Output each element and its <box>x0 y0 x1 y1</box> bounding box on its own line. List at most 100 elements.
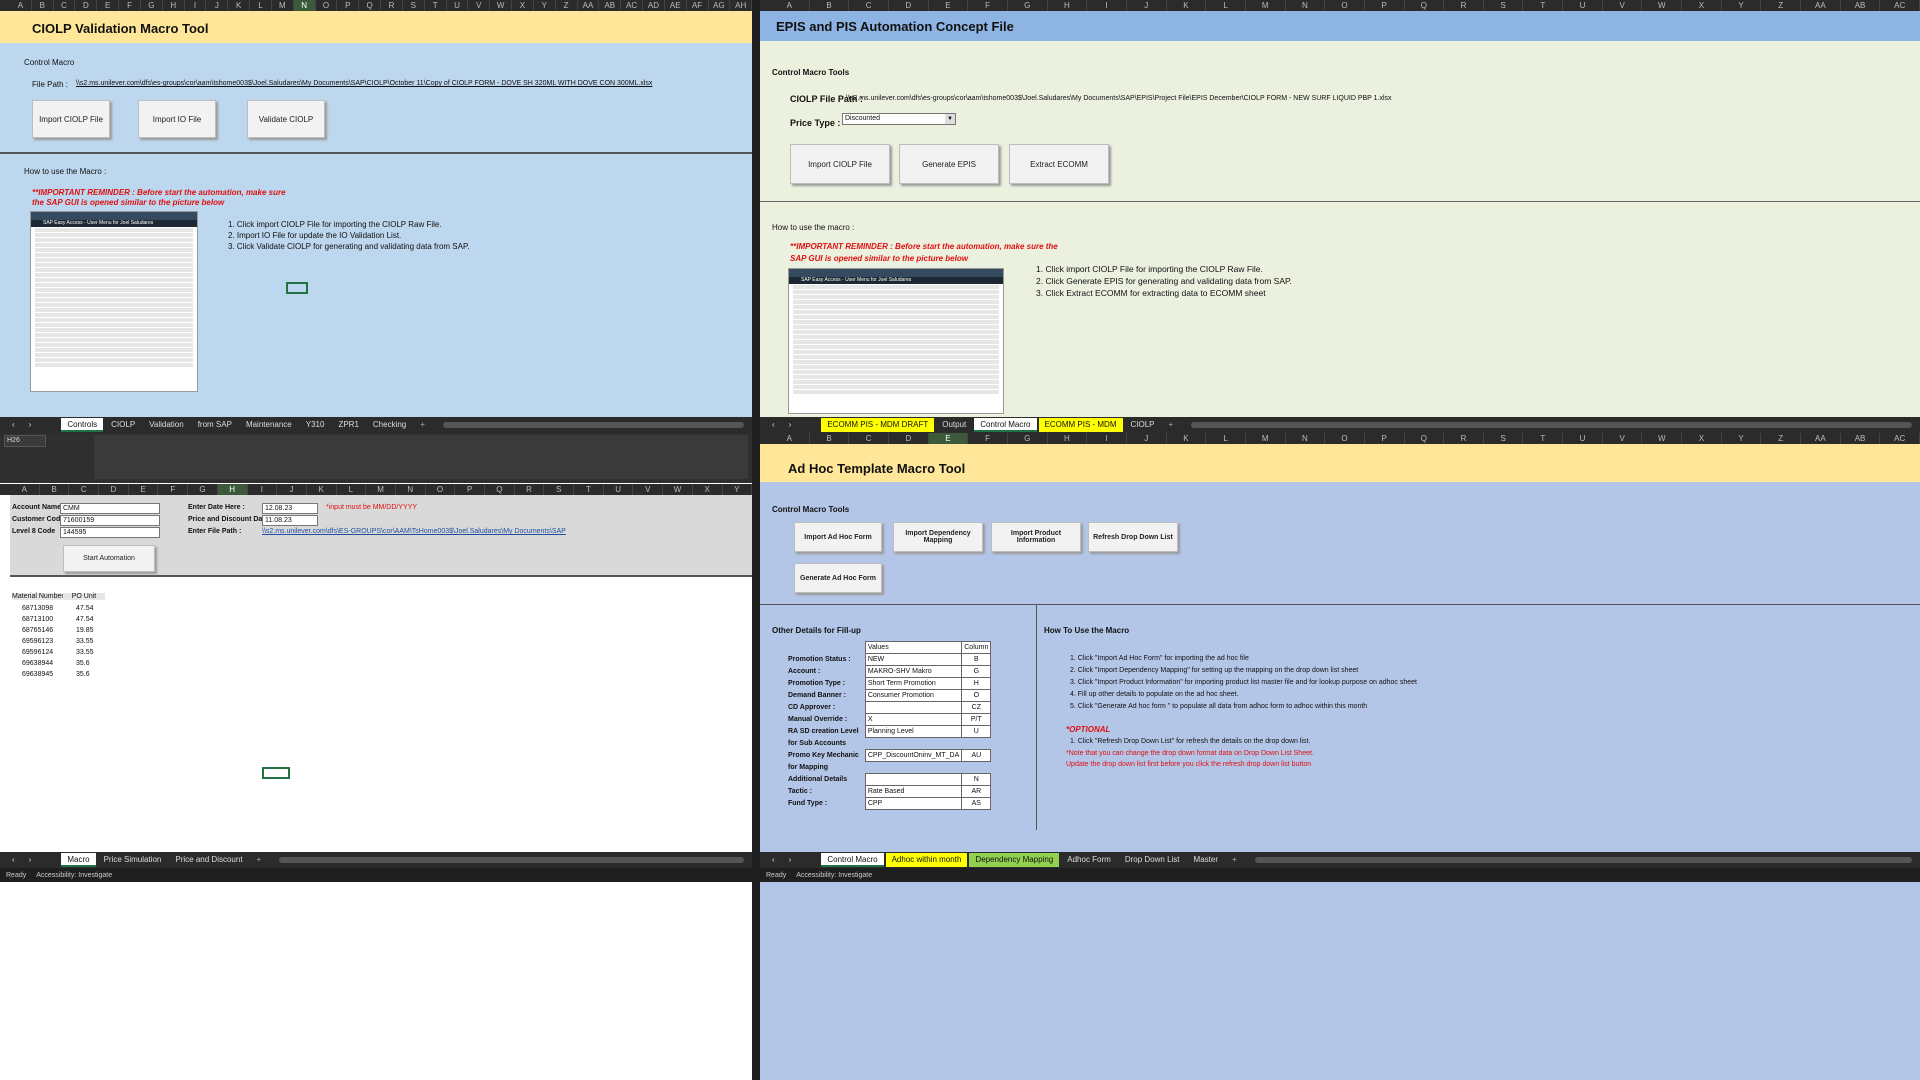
material-number-cell[interactable]: 69638944 <box>22 660 53 667</box>
level-input[interactable]: 144595 <box>60 527 160 538</box>
material-number-cell[interactable]: 69596123 <box>22 638 53 645</box>
level-label: Level 8 Code <box>12 528 56 535</box>
name-box[interactable]: H26 <box>4 435 46 447</box>
import-adhoc-form-button[interactable]: Import Ad Hoc Form <box>794 522 882 552</box>
tab-y310[interactable]: Y310 <box>300 418 331 432</box>
detail-value-input[interactable]: Rate Based <box>864 785 963 798</box>
tab-drop-down-list[interactable]: Drop Down List <box>1119 853 1186 867</box>
detail-value-input[interactable]: CPP <box>864 797 963 810</box>
tab-control-macro[interactable]: Control Macro <box>974 418 1037 432</box>
file-path-value[interactable]: \\s2.ms.unilever.com\dfs\es-groups\cor\a… <box>76 80 652 87</box>
detail-value-input[interactable]: X <box>864 713 963 726</box>
detail-column-cell: H <box>961 677 992 690</box>
nav-next-icon[interactable]: › <box>783 418 798 432</box>
tab-controls[interactable]: Controls <box>61 418 104 432</box>
material-number-cell[interactable]: 68713100 <box>22 616 53 623</box>
add-sheet-icon[interactable]: + <box>414 418 431 432</box>
tab-adhoc-form[interactable]: Adhoc Form <box>1061 853 1117 867</box>
import-dependency-mapping-button[interactable]: Import Dependency Mapping <box>893 522 983 552</box>
step-1: 1. Click "Import Ad Hoc Form" for import… <box>1070 655 1249 662</box>
horizontal-scrollbar[interactable] <box>279 857 744 863</box>
accessibility-status[interactable]: Accessibility: Investigate <box>36 872 112 879</box>
nav-prev-icon[interactable]: ‹ <box>766 418 781 432</box>
reminder-line-1: **IMPORTANT REMINDER : Before start the … <box>790 242 1058 251</box>
horizontal-scrollbar[interactable] <box>442 422 744 428</box>
generate-epis-button[interactable]: Generate EPIS <box>899 144 999 184</box>
nav-prev-icon[interactable]: ‹ <box>6 853 21 867</box>
po-unit-cell[interactable]: 33.55 <box>76 649 94 656</box>
chevron-down-icon[interactable]: ▼ <box>945 114 955 124</box>
nav-next-icon[interactable]: › <box>23 418 38 432</box>
tab-maintenance[interactable]: Maintenance <box>240 418 298 432</box>
tab-master[interactable]: Master <box>1188 853 1224 867</box>
detail-value-input[interactable] <box>864 701 963 714</box>
po-unit-cell[interactable]: 19.85 <box>76 627 94 634</box>
material-number-cell[interactable]: 68765146 <box>22 627 53 634</box>
tab-macro[interactable]: Macro <box>61 853 96 867</box>
account-input[interactable]: CMM <box>60 503 160 514</box>
detail-row: for Mapping <box>786 762 991 774</box>
material-number-cell[interactable]: 69596124 <box>22 649 53 656</box>
tab-validation[interactable]: Validation <box>143 418 190 432</box>
generate-adhoc-form-button[interactable]: Generate Ad Hoc Form <box>794 563 882 593</box>
tab-output[interactable]: Output <box>936 418 972 432</box>
tab-ecomm-pis-mdm[interactable]: ECOMM PIS - MDM <box>1038 418 1123 432</box>
tab-ecomm-pis-mdm-draft[interactable]: ECOMM PIS - MDM DRAFT <box>821 418 935 432</box>
tab-dependency-mapping[interactable]: Dependency Mapping <box>969 853 1060 867</box>
extract-ecomm-button[interactable]: Extract ECOMM <box>1009 144 1109 184</box>
tab-checking[interactable]: Checking <box>367 418 412 432</box>
nav-next-icon[interactable]: › <box>783 853 798 867</box>
detail-value-input[interactable]: Short Term Promotion <box>864 677 963 690</box>
detail-value-input[interactable]: NEW <box>864 653 963 666</box>
file-path-value[interactable]: \\s2.ms.unilever.com\dfs\es-groups\cor\a… <box>846 95 1392 102</box>
import-product-information-button[interactable]: Import Product Information <box>991 522 1081 552</box>
tab-price-simulation[interactable]: Price Simulation <box>98 853 168 867</box>
detail-value-input[interactable]: CPP_DiscountOninv_MT_DA <box>864 749 963 762</box>
tab-from-sap[interactable]: from SAP <box>192 418 238 432</box>
file-path-link[interactable]: \\s2.ms.unilever.com\dfs\ES-GROUPS\cor\A… <box>262 528 566 535</box>
add-sheet-icon[interactable]: + <box>1163 418 1180 432</box>
start-automation-button[interactable]: Start Automation <box>63 545 155 572</box>
nav-prev-icon[interactable]: ‹ <box>766 853 781 867</box>
selected-cell[interactable] <box>262 767 290 779</box>
enter-date-input[interactable]: 12.08.23 <box>262 503 318 514</box>
po-unit-cell[interactable]: 47.54 <box>76 605 94 612</box>
divider <box>760 604 1920 605</box>
add-sheet-icon[interactable]: + <box>251 853 268 867</box>
po-unit-cell[interactable]: 33.55 <box>76 638 94 645</box>
po-unit-cell[interactable]: 47.54 <box>76 616 94 623</box>
accessibility-status[interactable]: Accessibility: Investigate <box>796 872 872 879</box>
price-date-input[interactable]: 11.08.23 <box>262 515 318 526</box>
validate-ciolp-button[interactable]: Validate CIOLP <box>247 100 325 138</box>
epis-window: A B C D E F G H I J K L M N O P Q R S T U V W X Y Z AA AB AC EPIS an… <box>760 0 1920 433</box>
nav-next-icon[interactable]: › <box>23 853 38 867</box>
price-type-select[interactable]: Discounted ▼ <box>842 113 956 125</box>
tab-zpr1[interactable]: ZPR1 <box>332 418 364 432</box>
detail-value-input[interactable]: MAKRO-SHV Makro <box>864 665 963 678</box>
tab-adhoc-within-month[interactable]: Adhoc within month <box>885 853 968 867</box>
selected-cell[interactable] <box>286 282 308 294</box>
account-label: Account Name : <box>12 504 66 511</box>
import-io-button[interactable]: Import IO File <box>138 100 216 138</box>
detail-value-input[interactable]: Consumer Promotion <box>864 689 963 702</box>
horizontal-scrollbar[interactable] <box>1254 857 1912 863</box>
customer-input[interactable]: 71600159 <box>60 515 160 526</box>
nav-prev-icon[interactable]: ‹ <box>6 418 21 432</box>
tab-control-macro[interactable]: Control Macro <box>821 853 884 867</box>
import-ciolp-button[interactable]: Import CIOLP File <box>32 100 110 138</box>
horizontal-scrollbar[interactable] <box>1191 422 1912 428</box>
refresh-drop-down-list-button[interactable]: Refresh Drop Down List <box>1088 522 1178 552</box>
material-number-cell[interactable]: 68713098 <box>22 605 53 612</box>
formula-input[interactable] <box>94 435 748 479</box>
tab-ciolp[interactable]: CIOLP <box>105 418 141 432</box>
po-unit-cell[interactable]: 35.6 <box>76 660 90 667</box>
material-number-cell[interactable]: 69638945 <box>22 671 53 678</box>
po-unit-cell[interactable]: 35.6 <box>76 671 90 678</box>
tab-ciolp[interactable]: CIOLP <box>1125 418 1161 432</box>
tab-price-and-discount[interactable]: Price and Discount <box>169 853 248 867</box>
divider <box>760 201 1920 202</box>
detail-value-input[interactable]: Planning Level <box>864 725 963 738</box>
add-sheet-icon[interactable]: + <box>1226 853 1243 867</box>
detail-value-input[interactable] <box>864 773 963 786</box>
import-ciolp-button[interactable]: Import CIOLP File <box>790 144 890 184</box>
